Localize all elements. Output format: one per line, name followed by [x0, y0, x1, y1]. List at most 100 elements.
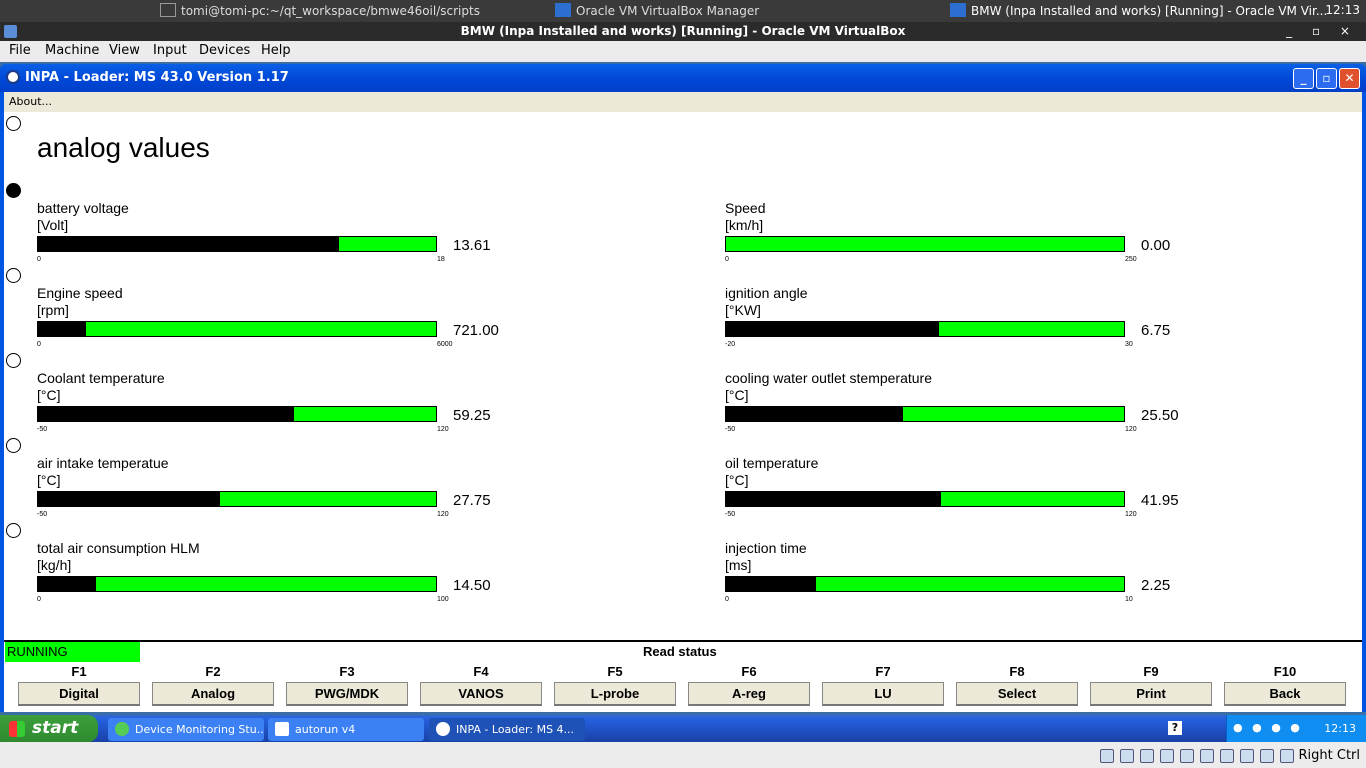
- host-clock: 12:13: [1325, 3, 1360, 17]
- gauge-fill: [38, 577, 96, 591]
- gauge-value: 25.50: [1141, 407, 1179, 424]
- gauge: total air consumption HLM [kg/h] 14.50 0 100: [37, 540, 537, 620]
- fkey-button[interactable]: PWG/MDK: [286, 682, 408, 706]
- network-icon[interactable]: [1160, 749, 1174, 763]
- gauge-min: 0: [37, 256, 41, 263]
- gauge-bar: [725, 406, 1125, 422]
- fkey-button[interactable]: Print: [1090, 682, 1212, 706]
- minimize-button[interactable]: _: [1293, 68, 1314, 89]
- screen-radio-6[interactable]: [6, 523, 21, 538]
- fkey-button[interactable]: Select: [956, 682, 1078, 706]
- screen-radio-3[interactable]: [6, 268, 21, 283]
- host-terminal-task[interactable]: tomi@tomi-pc:~/qt_workspace/bmwe46oil/sc…: [160, 3, 480, 18]
- fkey-button[interactable]: Digital: [18, 682, 140, 706]
- gauge-bar: [37, 236, 437, 252]
- audio-icon[interactable]: [1140, 749, 1154, 763]
- gauge: ignition angle [°KW] 6.75 -20 30: [725, 285, 1225, 365]
- tray-clock: 12:13: [1324, 722, 1356, 735]
- guest-screen: INPA - Loader: MS 43.0 Version 1.17 _ ▫ …: [0, 62, 1366, 742]
- help-icon[interactable]: ?: [1168, 721, 1182, 735]
- shared-folder-icon[interactable]: [1200, 749, 1214, 763]
- menu-file[interactable]: File: [9, 43, 31, 58]
- gauge-fill: [726, 407, 903, 421]
- fkey-button[interactable]: A-reg: [688, 682, 810, 706]
- gauge-label: Coolant temperature: [37, 370, 165, 386]
- fkey-button[interactable]: Analog: [152, 682, 274, 706]
- task-autorun[interactable]: autorun v4: [268, 718, 424, 741]
- task-device-monitoring[interactable]: Device Monitoring Stu...: [108, 718, 264, 741]
- fkey-label: F2: [205, 664, 221, 679]
- gauge-max: 250: [1125, 256, 1137, 263]
- gauge-min: 0: [725, 256, 729, 263]
- virtualbox-icon: [4, 25, 17, 38]
- menu-devices[interactable]: Devices: [199, 43, 250, 58]
- virtualbox-icon: [950, 3, 966, 17]
- vbox-window-controls[interactable]: _ ▫ ×: [1286, 22, 1358, 41]
- system-tray: ● ● ● ● 12:13: [1226, 715, 1366, 742]
- fkey-f8: F8 Select: [956, 664, 1078, 706]
- maximize-button[interactable]: ▫: [1316, 68, 1337, 89]
- about-menu[interactable]: About...: [9, 95, 52, 108]
- gauge-min: -50: [725, 426, 736, 433]
- gauge-bar: [37, 576, 437, 592]
- host-vbox-window-task[interactable]: BMW (Inpa Installed and works) [Running]…: [950, 3, 1327, 18]
- gauge-unit: [°C]: [37, 472, 61, 488]
- menu-help[interactable]: Help: [261, 43, 291, 58]
- fkey-label: F4: [473, 664, 489, 679]
- hdd-icon[interactable]: [1100, 749, 1114, 763]
- keyboard-icon[interactable]: [1280, 749, 1294, 763]
- screen-radio-5[interactable]: [6, 438, 21, 453]
- mouse-integration-icon[interactable]: [1260, 749, 1274, 763]
- gauge-unit: [km/h]: [725, 217, 764, 233]
- fkey-label: F5: [607, 664, 623, 679]
- fkey-button[interactable]: VANOS: [420, 682, 542, 706]
- gauge-label: air intake temperatue: [37, 455, 169, 471]
- gauge-bar: [37, 321, 437, 337]
- gauge-unit: [rpm]: [37, 302, 69, 318]
- gauge-bar: [725, 491, 1125, 507]
- vbox-title: BMW (Inpa Installed and works) [Running]…: [460, 24, 906, 38]
- status-divider: [4, 640, 1362, 642]
- gauge-value: 2.25: [1141, 577, 1171, 594]
- gauge-bar: [37, 406, 437, 422]
- start-button[interactable]: start: [0, 715, 98, 742]
- optical-drive-icon[interactable]: [1120, 749, 1134, 763]
- fkey-button[interactable]: L-probe: [554, 682, 676, 706]
- app-icon: [275, 722, 289, 736]
- menu-view[interactable]: View: [109, 43, 140, 58]
- usb-icon[interactable]: [1180, 749, 1194, 763]
- fkey-f2: F2 Analog: [152, 664, 274, 706]
- fkey-f7: F7 LU: [822, 664, 944, 706]
- inpa-titlebar: INPA - Loader: MS 43.0 Version 1.17 _ ▫ …: [0, 64, 1366, 92]
- screen-radio-4[interactable]: [6, 353, 21, 368]
- gauge-value: 59.25: [453, 407, 491, 424]
- gauge-fill: [38, 322, 86, 336]
- menu-input[interactable]: Input: [153, 43, 187, 58]
- fkey-button[interactable]: LU: [822, 682, 944, 706]
- fkey-f10: F10 Back: [1224, 664, 1346, 706]
- gauge-value: 27.75: [453, 492, 491, 509]
- fkey-button[interactable]: Back: [1224, 682, 1346, 706]
- tray-icons[interactable]: ● ● ● ●: [1233, 721, 1303, 734]
- gauge: Speed [km/h] 0.00 0 250: [725, 200, 1225, 280]
- display-icon[interactable]: [1220, 749, 1234, 763]
- gauge-min: 0: [37, 341, 41, 348]
- fkey-f1: F1 Digital: [18, 664, 140, 706]
- gauge: air intake temperatue [°C] 27.75 -50 120: [37, 455, 537, 535]
- video-capture-icon[interactable]: [1240, 749, 1254, 763]
- gauge-unit: [°C]: [37, 387, 61, 403]
- gauge-min: -50: [37, 511, 48, 518]
- screen-radio-1[interactable]: [6, 116, 21, 131]
- screen-radio-2[interactable]: [6, 183, 21, 198]
- gauge: Engine speed [rpm] 721.00 0 6000: [37, 285, 537, 365]
- host-vbox-manager-task[interactable]: Oracle VM VirtualBox Manager: [555, 3, 759, 18]
- inpa-client: About... analog values battery voltage [V…: [4, 92, 1362, 712]
- close-button[interactable]: ✕: [1339, 68, 1360, 89]
- gauge-unit: [°C]: [725, 472, 749, 488]
- gauge: Coolant temperature [°C] 59.25 -50 120: [37, 370, 537, 450]
- task-label: INPA - Loader: MS 4...: [456, 723, 575, 736]
- menu-machine[interactable]: Machine: [45, 43, 99, 58]
- gauge-fill: [38, 492, 220, 506]
- gauge: cooling water outlet stemperature [°C] 25.…: [725, 370, 1225, 450]
- task-inpa[interactable]: INPA - Loader: MS 4...: [429, 718, 585, 741]
